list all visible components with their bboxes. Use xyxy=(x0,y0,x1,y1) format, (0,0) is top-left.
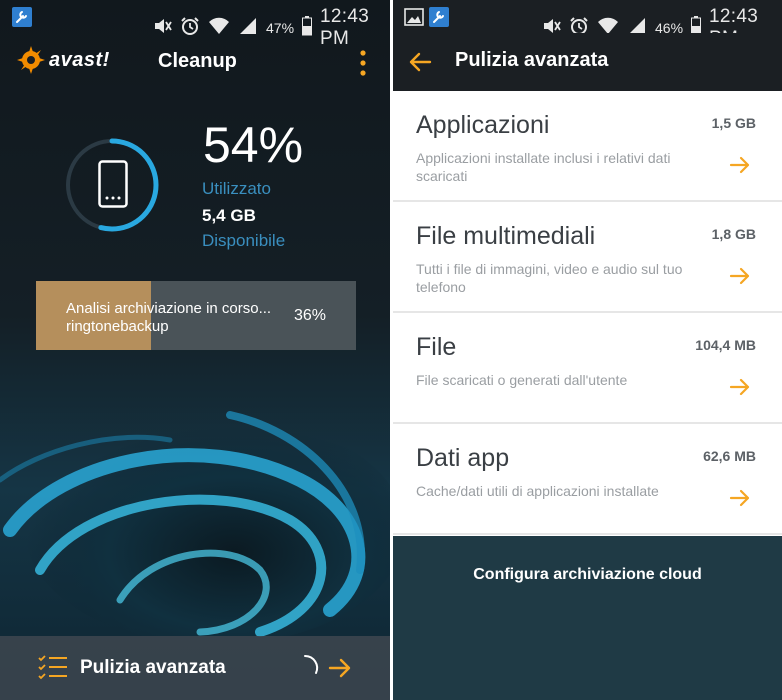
category-size: 1,5 GB xyxy=(711,115,756,131)
wrench-icon xyxy=(12,7,32,27)
arrow-right-icon[interactable] xyxy=(728,153,752,177)
advanced-cleanup-screen: 46% 12:43 PM Pulizia avanzata Applicazio… xyxy=(393,0,782,700)
arrow-right-icon[interactable] xyxy=(728,375,752,399)
category-title: Applicazioni xyxy=(416,111,550,139)
avast-wordmark: avast! xyxy=(49,48,110,71)
arrow-right-icon[interactable] xyxy=(728,264,752,288)
wrench-icon xyxy=(429,7,449,27)
available-size: 5,4 GB xyxy=(202,206,256,225)
back-arrow-icon[interactable] xyxy=(407,49,433,75)
phone-icon xyxy=(98,160,128,208)
advanced-cleanup-bar[interactable]: Pulizia avanzata xyxy=(0,636,390,700)
arrow-right-icon[interactable] xyxy=(728,486,752,510)
category-size: 62,6 MB xyxy=(703,448,756,464)
page-title: Pulizia avanzata xyxy=(455,49,609,71)
overflow-menu-icon[interactable] xyxy=(355,48,371,78)
checklist-icon xyxy=(38,654,68,682)
storage-ring xyxy=(62,135,162,235)
used-label: Utilizzato xyxy=(202,179,271,198)
scan-percent: 36% xyxy=(294,307,327,324)
category-item-file-multimediali[interactable]: File multimediali 1,8 GB Tutti i file di… xyxy=(393,202,782,313)
category-title: Dati app xyxy=(416,444,510,472)
category-size: 1,8 GB xyxy=(711,226,756,242)
category-item-dati-app[interactable]: Dati app 62,6 MB Cache/dati utili di app… xyxy=(393,424,782,535)
swirl-graphic xyxy=(0,411,390,640)
page-title: Cleanup xyxy=(158,50,237,72)
cleanup-screen: 47% 12:43 PM avast! Cleanup 54% Utilizza… xyxy=(0,0,390,700)
category-item-file[interactable]: File 104,4 MB File scaricati o generati … xyxy=(393,313,782,424)
avast-logo-icon xyxy=(17,46,45,74)
image-icon xyxy=(404,7,424,27)
status-bar: 46% 12:43 PM xyxy=(393,0,782,49)
category-item-applicazioni[interactable]: Applicazioni 1,5 GB Applicazioni install… xyxy=(393,91,782,202)
category-size: 104,4 MB xyxy=(695,337,756,353)
category-description: File scaricati o generati dall'utente xyxy=(416,372,628,388)
category-description: Tutti i file di immagini, video e audio … xyxy=(416,261,683,295)
scan-current-item: ringtonebackup xyxy=(66,318,169,335)
category-description: Applicazioni installate inclusi i relati… xyxy=(416,150,671,184)
status-bar: 47% 12:43 PM xyxy=(0,0,390,49)
category-title: File xyxy=(416,333,457,361)
configure-cloud-button[interactable]: Configura archiviazione cloud xyxy=(393,566,782,584)
app-header: Pulizia avanzata xyxy=(393,33,782,91)
app-header: avast! Cleanup xyxy=(0,33,390,91)
scan-progress-card: Analisi archiviazione in corso... ringto… xyxy=(36,281,356,350)
available-label: Disponibile xyxy=(202,231,286,250)
spinner-icon xyxy=(290,653,320,683)
advanced-cleanup-label: Pulizia avanzata xyxy=(80,657,226,678)
arrow-right-icon[interactable] xyxy=(326,654,354,682)
used-percent: 54% xyxy=(203,117,304,173)
category-list: Applicazioni 1,5 GB Applicazioni install… xyxy=(393,91,782,535)
cloud-panel: Configura archiviazione cloud xyxy=(393,536,782,700)
avast-logo: avast! xyxy=(16,45,110,75)
scan-status-text: Analisi archiviazione in corso... xyxy=(66,300,272,317)
category-description: Cache/dati utili di applicazioni install… xyxy=(416,483,659,499)
category-title: File multimediali xyxy=(416,222,596,250)
